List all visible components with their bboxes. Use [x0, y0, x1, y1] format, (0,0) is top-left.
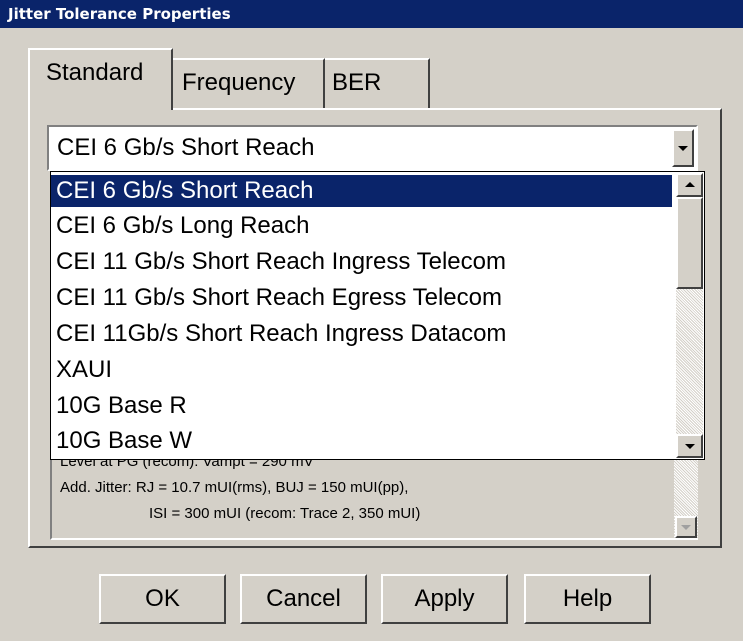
cancel-button[interactable]: Cancel [240, 574, 367, 624]
tab-frequency[interactable]: Frequency [170, 58, 325, 108]
scroll-up-button[interactable] [676, 173, 703, 197]
dropdown-option[interactable]: CEI 6 Gb/s Short Reach [51, 175, 672, 207]
dropdown-option[interactable]: XAUI [51, 354, 672, 386]
window-title: Jitter Tolerance Properties [8, 5, 231, 23]
dropdown-option[interactable]: 10G Base W [51, 425, 672, 457]
dropdown-option[interactable]: 10G Base R [51, 390, 672, 422]
dropdown-option[interactable]: CEI 11Gb/s Short Reach Ingress Datacom [51, 318, 672, 350]
scroll-up-icon [684, 182, 695, 187]
apply-button[interactable]: Apply [381, 574, 508, 624]
dropdown-option[interactable]: CEI 11 Gb/s Short Reach Ingress Telecom [51, 246, 672, 278]
tab-standard[interactable]: Standard [28, 48, 173, 110]
tab-standard-label: Standard [46, 59, 144, 86]
details-scroll-down-button[interactable] [675, 516, 697, 538]
tab-ber-label: BER [332, 69, 382, 96]
chevron-down-icon [678, 146, 688, 151]
details-scrollbar[interactable] [674, 455, 698, 538]
scroll-down-icon [681, 525, 691, 530]
dropdown-option[interactable]: CEI 6 Gb/s Long Reach [51, 210, 672, 242]
combo-dropdown-button[interactable] [672, 129, 694, 167]
scroll-down-button[interactable] [676, 434, 703, 458]
scroll-down-icon [684, 444, 695, 449]
title-bar: Jitter Tolerance Properties [0, 0, 743, 28]
standard-details: Level at PG (recom): Vampt = 290 mV Add.… [50, 453, 698, 540]
detail-isi: ISI = 300 mUI (recom: Trace 2, 350 mUI) [149, 505, 421, 522]
standard-combo[interactable]: CEI 6 Gb/s Short Reach [47, 125, 698, 171]
scroll-thumb[interactable] [676, 197, 703, 289]
tab-ber[interactable]: BER [320, 58, 430, 108]
dropdown-option[interactable]: CEI 11 Gb/s Short Reach Egress Telecom [51, 282, 672, 314]
standard-combo-value: CEI 6 Gb/s Short Reach [57, 134, 315, 161]
detail-jitter: Add. Jitter: RJ = 10.7 mUI(rms), BUJ = 1… [60, 479, 409, 496]
help-button[interactable]: Help [524, 574, 651, 624]
ok-button[interactable]: OK [99, 574, 226, 624]
dropdown-scrollbar[interactable] [676, 173, 703, 458]
tab-frequency-label: Frequency [182, 69, 296, 96]
standard-dropdown-list[interactable]: CEI 6 Gb/s Short Reach CEI 6 Gb/s Long R… [50, 171, 705, 460]
